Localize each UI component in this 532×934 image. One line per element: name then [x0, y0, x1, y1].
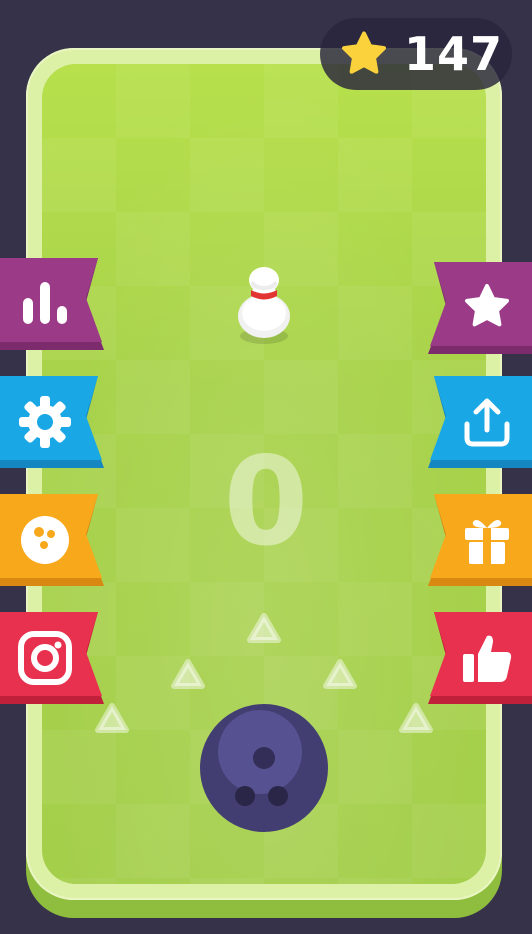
- gift-button[interactable]: [428, 494, 532, 586]
- like-button[interactable]: [428, 612, 532, 704]
- ball-shop-button[interactable]: [0, 494, 104, 586]
- star-icon: [465, 284, 509, 327]
- aim-arrow: [95, 703, 129, 733]
- star-icon: [342, 31, 386, 74]
- instagram-button[interactable]: [0, 612, 104, 704]
- score-badge: 147: [320, 18, 512, 90]
- instagram-icon: [18, 631, 72, 685]
- aim-arrow: [323, 659, 357, 689]
- aim-arrow: [171, 659, 205, 689]
- score-value: 147: [404, 27, 504, 81]
- aim-arrow: [247, 613, 281, 643]
- bar-chart-icon: [23, 282, 67, 324]
- gift-icon: [465, 520, 509, 564]
- rate-button[interactable]: [428, 262, 532, 354]
- share-button[interactable]: [428, 376, 532, 468]
- settings-button[interactable]: [0, 376, 104, 468]
- bowling-pin: [238, 267, 290, 344]
- share-icon: [464, 398, 510, 447]
- aim-arrow: [399, 703, 433, 733]
- bowling-ball[interactable]: [198, 702, 330, 834]
- bowling-ball-icon: [21, 516, 69, 564]
- leaderboard-button[interactable]: [0, 258, 104, 350]
- thumbs-up-icon: [463, 635, 512, 682]
- gear-icon: [19, 396, 71, 448]
